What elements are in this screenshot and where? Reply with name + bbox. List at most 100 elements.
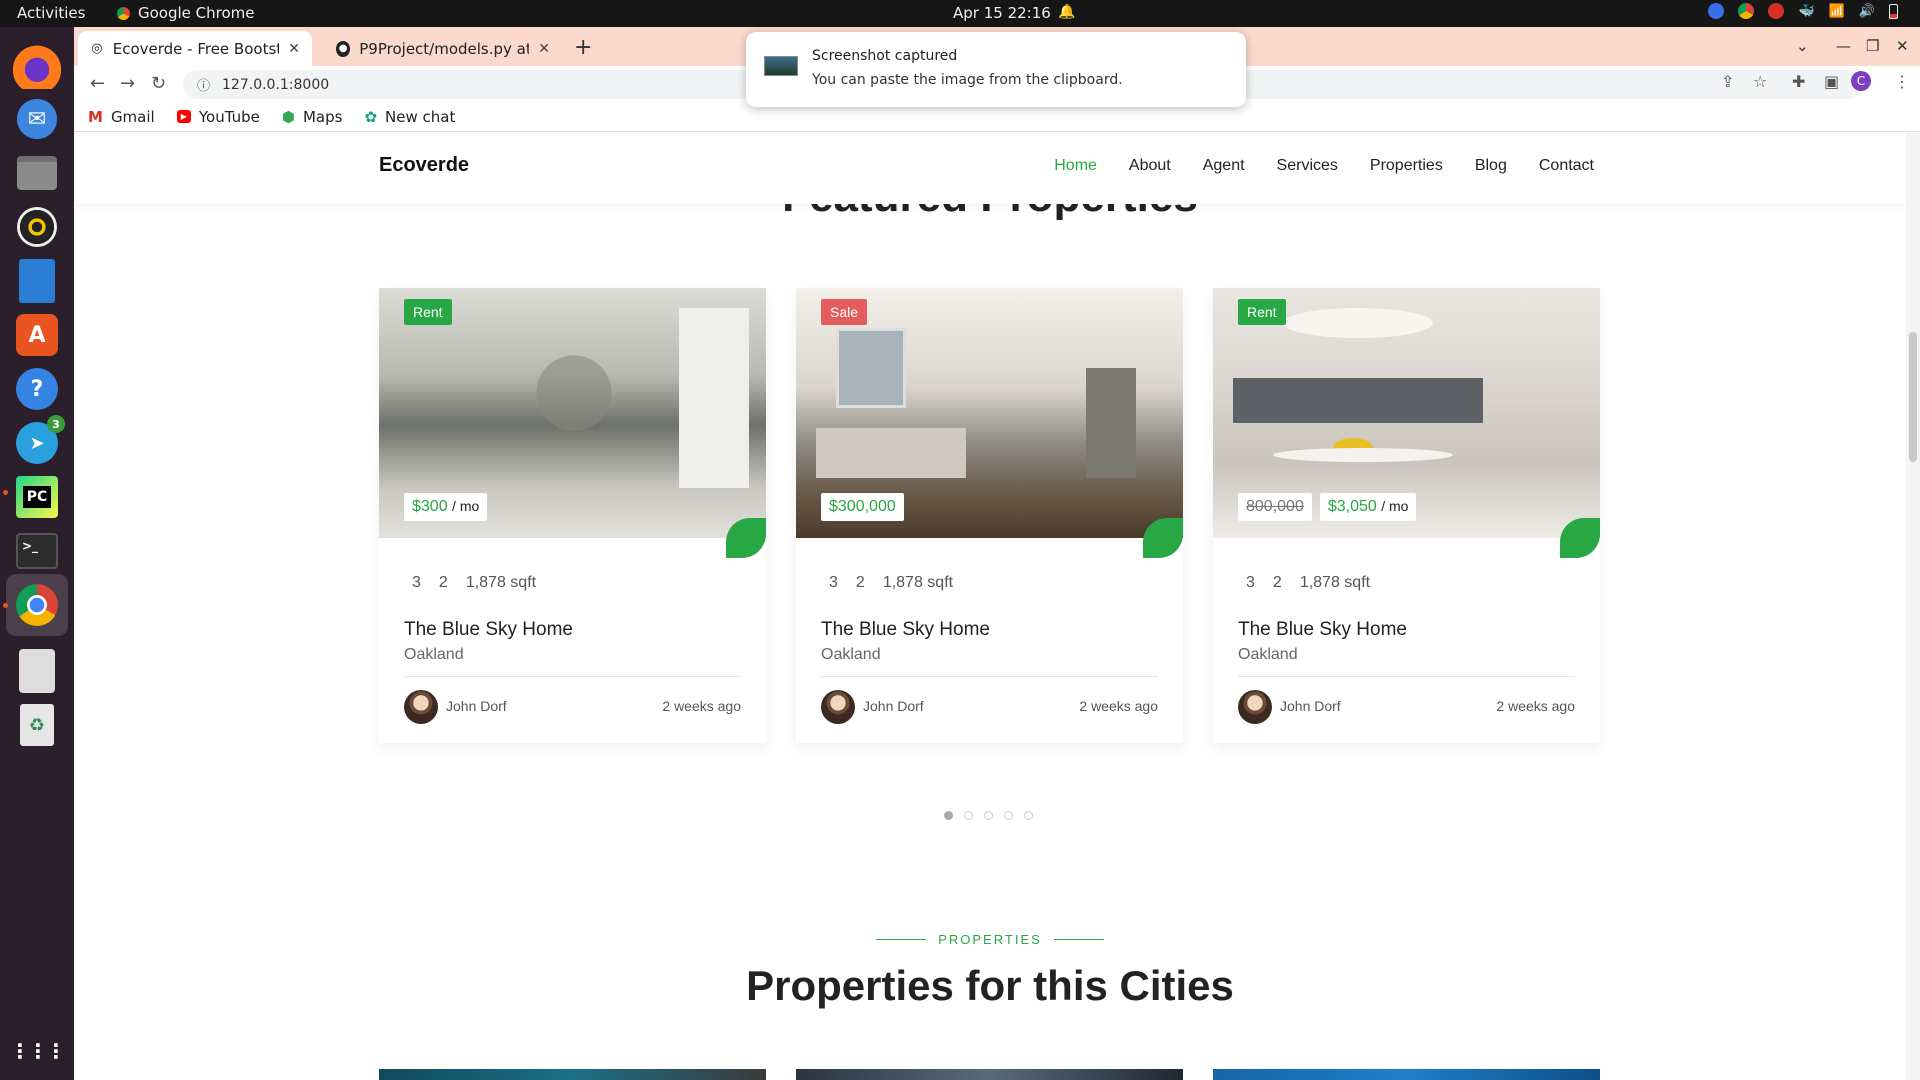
property-title[interactable]: The Blue Sky Home [1238,619,1407,641]
minimize-button[interactable]: — [1836,37,1851,55]
property-card[interactable]: Rent $300 / mo 3 2 1,878 sqft The Blue S… [379,288,766,743]
tray-app-icon[interactable] [1708,3,1725,19]
beds-count: 3 [1246,574,1255,591]
carousel-dot-1[interactable] [944,811,953,820]
system-tray[interactable]: 🐳 📶 🔊 [1708,3,1898,19]
unknown-app-icon[interactable] [13,647,61,695]
app-name: Google Chrome [138,4,255,22]
bookmark-new-chat[interactable]: ✿ New chat [364,108,455,126]
thunderbird-icon[interactable]: ✉ [13,95,61,143]
url-text: 127.0.0.1:8000 [222,76,330,93]
tab-search-icon[interactable]: ⌄ [1796,37,1809,55]
price-value: $300,000 [829,498,896,515]
carousel-dot-4[interactable] [1004,811,1013,820]
property-card[interactable]: Sale $300,000 3 2 1,878 sqft The Blue Sk… [796,288,1183,743]
property-title[interactable]: The Blue Sky Home [821,619,990,641]
page-scrollbar[interactable] [1906,132,1920,1080]
github-icon: ● [336,40,351,57]
extensions-icon[interactable]: ✚ [1792,72,1805,91]
screenshot-notification[interactable]: Screenshot captured You can paste the im… [746,32,1246,107]
section-subtitle: PROPERTIES [74,932,1906,947]
chrome-menu-icon[interactable]: ⋮ [1894,72,1910,91]
property-title[interactable]: The Blue Sky Home [404,619,573,641]
bookmark-maps[interactable]: ⬢ Maps [282,108,343,126]
posted-time: 2 weeks ago [1079,698,1158,714]
bookmark-star-icon[interactable]: ☆ [1753,72,1767,91]
scrollbar-thumb[interactable] [1909,332,1917,462]
back-button[interactable]: ← [90,73,105,94]
chrome-icon[interactable] [13,581,61,629]
side-panel-icon[interactable]: ▣ [1824,72,1839,91]
firefox-icon[interactable] [13,41,61,89]
bookmark-gmail[interactable]: M Gmail [88,108,155,126]
carousel-dot-2[interactable] [964,811,973,820]
city-image[interactable] [379,1069,766,1080]
nav-about[interactable]: About [1129,157,1171,175]
site-brand-logo[interactable]: Ecoverde [379,154,469,177]
bookmark-youtube[interactable]: ▶ YouTube [176,107,260,126]
rhythmbox-icon[interactable] [13,203,61,251]
tab-github[interactable]: ● P9Project/models.py at m ✕ [324,31,562,66]
nav-services[interactable]: Services [1277,157,1338,175]
old-price: 800,000 [1238,493,1312,521]
notification-bell-icon[interactable]: 🔔 [1058,4,1075,20]
clock[interactable]: Apr 15 22:16 [953,4,1051,22]
pycharm-icon[interactable]: PC [13,473,61,521]
forward-button[interactable]: → [120,73,135,94]
volume-icon[interactable]: 🔊 [1859,4,1875,19]
agent-name[interactable]: John Dorf [1280,698,1341,714]
price-value: $300 [412,498,448,515]
show-apps-icon[interactable]: ⋮⋮⋮ [10,1027,66,1075]
agent-name[interactable]: John Dorf [446,698,507,714]
telegram-icon[interactable]: ➤ 3 [13,415,65,467]
tray-blocked-icon[interactable] [1768,3,1785,19]
nav-contact[interactable]: Contact [1539,157,1594,175]
help-icon[interactable]: ? [13,365,61,413]
carousel-dot-5[interactable] [1024,811,1033,820]
city-image[interactable] [1213,1069,1600,1080]
price-row: $300 / mo [404,493,488,521]
files-icon[interactable] [13,149,61,197]
new-tab-button[interactable]: + [574,35,592,60]
nav-blog[interactable]: Blog [1475,157,1507,175]
system-top-bar: Activities Google Chrome Apr 15 22:16 🔔 … [0,0,1920,27]
agent-name[interactable]: John Dorf [863,698,924,714]
tray-chrome-icon[interactable] [1738,3,1755,19]
nav-agent[interactable]: Agent [1203,157,1245,175]
price-period: / mo [1381,498,1409,514]
site-nav-links: Home About Agent Services Properties Blo… [1054,157,1594,175]
close-tab-icon[interactable]: ✕ [538,41,550,57]
profile-avatar[interactable]: C [1851,71,1871,91]
trash-icon[interactable]: ♻ [13,701,61,749]
carousel-dot-3[interactable] [984,811,993,820]
agent-avatar [821,690,855,724]
share-icon[interactable]: ⇪ [1721,72,1734,91]
chrome-small-icon [117,6,130,20]
property-card[interactable]: Rent 800,000 $3,050 / mo 3 2 1,878 sqft … [1213,288,1600,743]
libreoffice-writer-icon[interactable] [13,257,61,305]
gmail-icon: M [88,107,103,126]
agent-avatar [404,690,438,724]
close-window-button[interactable]: ✕ [1896,37,1909,55]
nav-properties[interactable]: Properties [1370,157,1443,175]
tray-docker-icon[interactable]: 🐳 [1798,4,1814,19]
reload-button[interactable]: ↻ [151,73,166,94]
terminal-icon[interactable]: >_ [13,527,61,575]
app-menu[interactable]: Google Chrome [117,4,255,22]
price-period: / mo [452,498,480,514]
baths-count: 2 [1272,574,1282,591]
card-divider [821,676,1158,677]
property-tag: Rent [404,299,452,325]
nav-home[interactable]: Home [1054,157,1097,175]
close-tab-icon[interactable]: ✕ [288,41,300,57]
restore-button[interactable]: ❐ [1866,37,1879,55]
wifi-icon[interactable]: 📶 [1829,4,1845,19]
activities-button[interactable]: Activities [17,4,85,22]
bookmark-label: New chat [385,107,456,126]
bookmark-label: YouTube [198,107,260,126]
app-center-icon[interactable]: A [13,311,61,359]
tab-ecoverde[interactable]: ◎ Ecoverde - Free Bootstrap ✕ [78,31,312,66]
city-image[interactable] [796,1069,1183,1080]
site-info-icon[interactable]: ⓘ [197,75,210,94]
battery-icon[interactable] [1889,3,1898,19]
